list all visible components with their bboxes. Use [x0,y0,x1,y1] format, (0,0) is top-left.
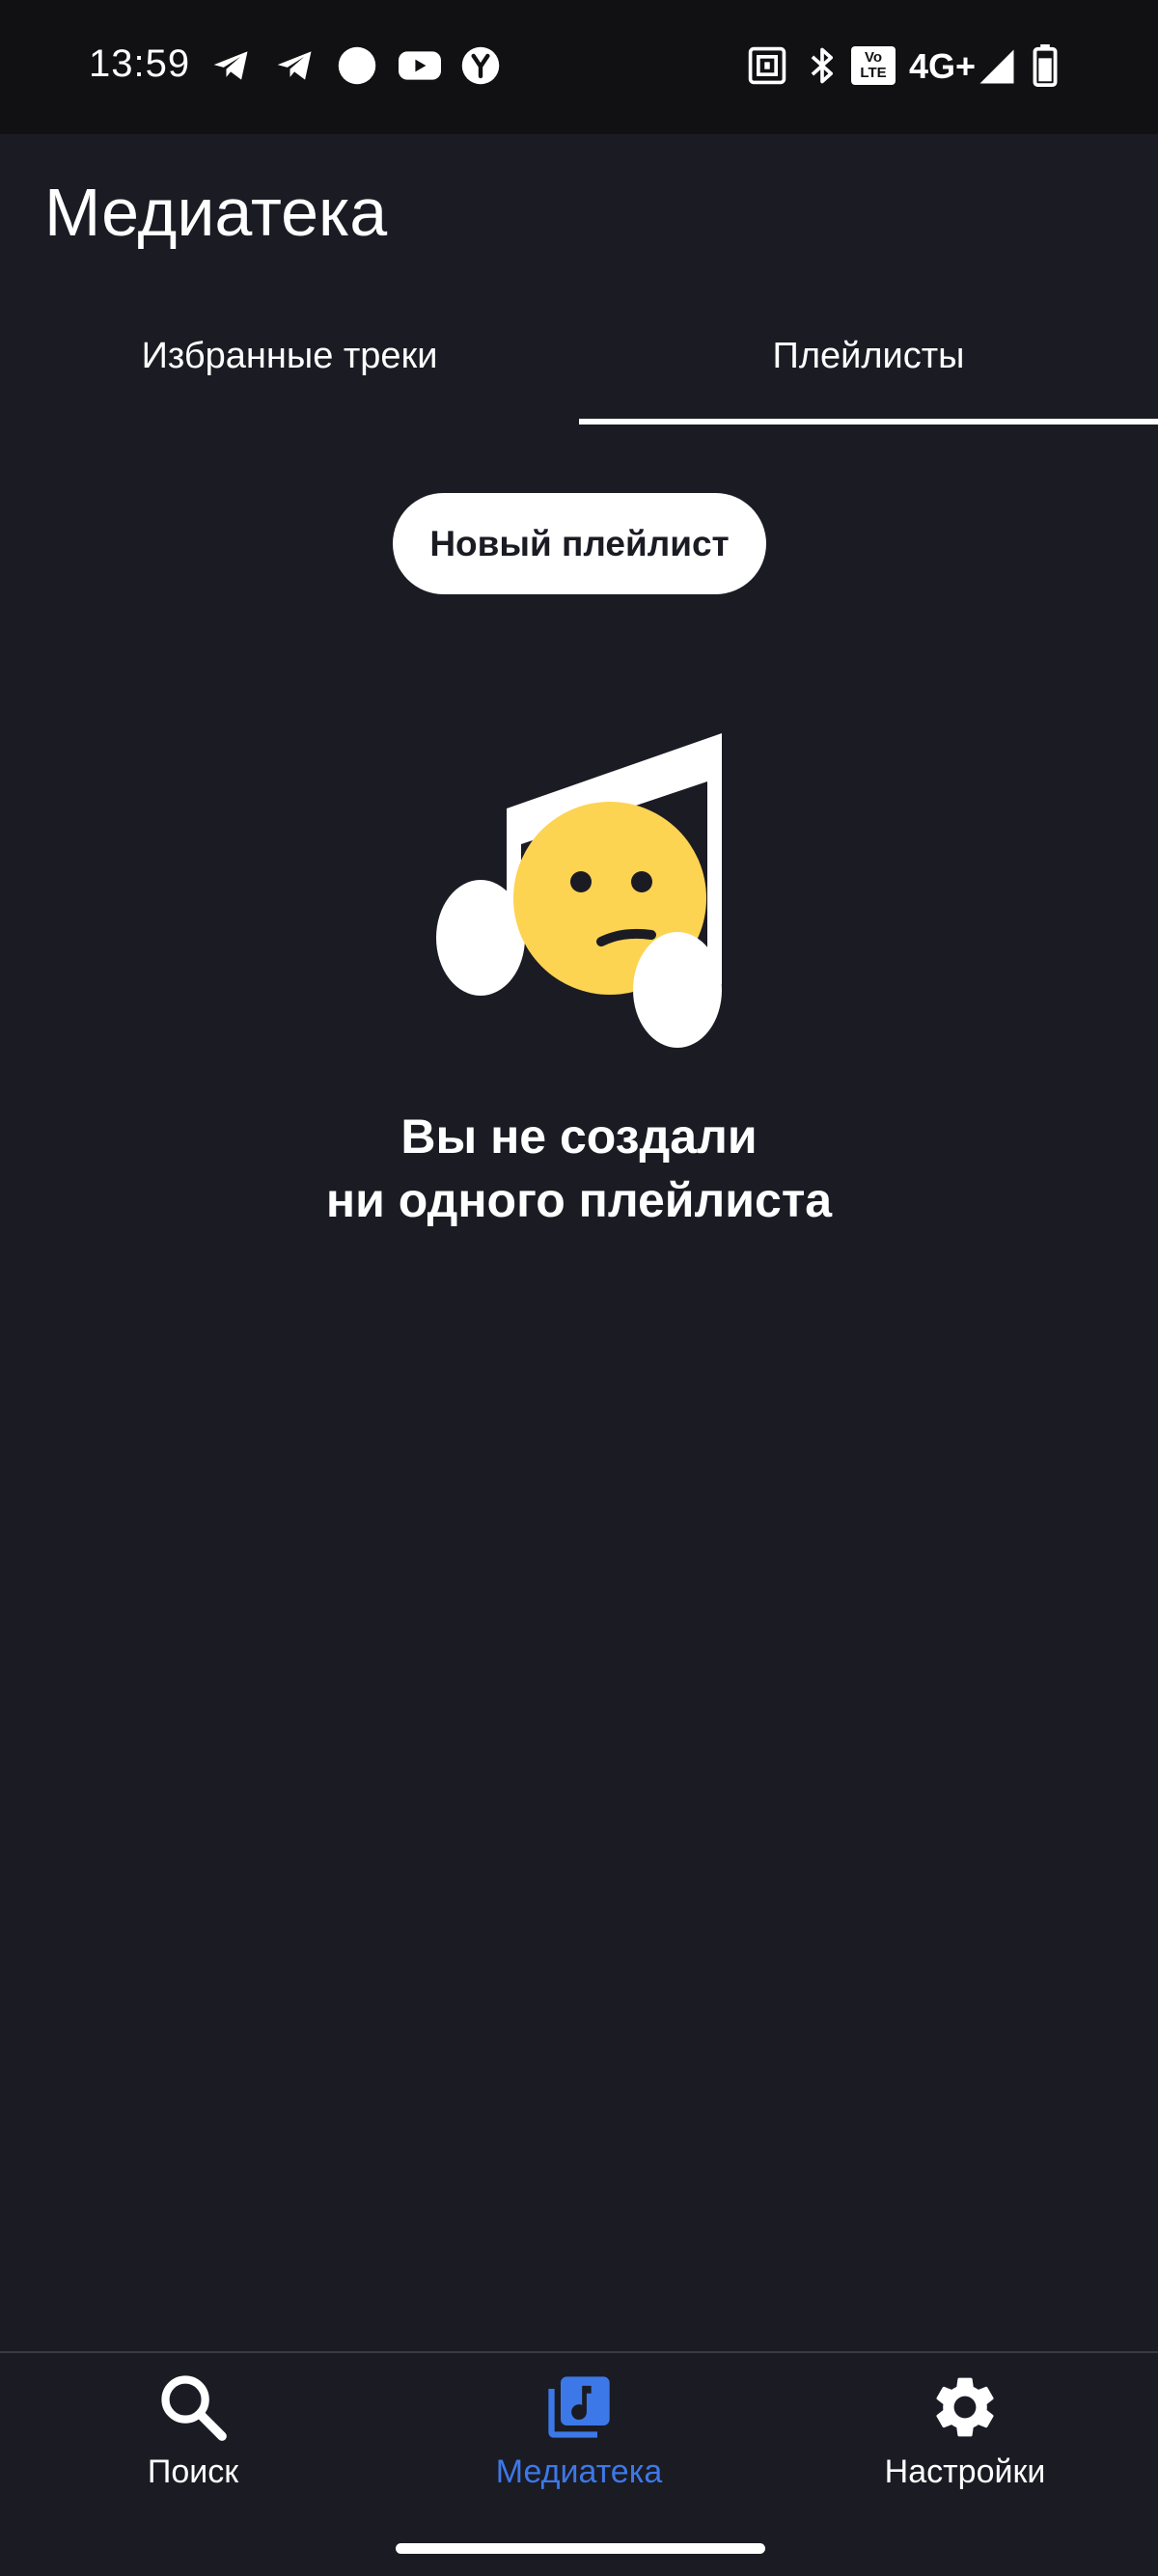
tab-bar: Избранные треки Плейлисты [0,318,1158,426]
network-type: 4G+ [909,46,977,86]
nav-item-library[interactable]: Медиатека [386,2370,772,2496]
screen: 13:59 Vo LTE 4G+ Медиатека Избранные тре… [0,0,1158,2576]
home-indicator[interactable] [396,2543,765,2554]
library-music-icon [548,2376,610,2438]
tab-active-indicator [579,419,1158,425]
signal-icon [979,49,1014,84]
nav-label-search: Поиск [147,2453,239,2490]
battery-icon [1033,43,1058,88]
nav-item-search[interactable]: Поиск [0,2370,386,2496]
volte-icon: Vo LTE [851,46,896,85]
nav-label-settings: Настройки [884,2453,1046,2490]
telegram-icon [277,51,312,80]
youtube-icon [399,51,441,80]
empty-state-line-2: ни одного плейлиста [325,1173,833,1227]
tab-playlists[interactable]: Плейлисты [579,318,1158,426]
circle-icon [338,46,376,85]
empty-state-message: Вы не создали ни одного плейлиста [193,1105,965,1232]
nav-item-settings[interactable]: Настройки [772,2370,1158,2496]
search-icon [161,2375,227,2441]
gear-icon [936,2377,994,2437]
sad-music-note-icon [436,733,722,1048]
telegram-icon [213,51,248,80]
yandex-icon [461,46,500,85]
nfc-icon [748,46,786,85]
status-time: 13:59 [89,42,191,85]
empty-state-line-1: Вы не создали [400,1110,758,1164]
status-bar: 13:59 Vo LTE 4G+ [0,0,1158,134]
tab-favorite-tracks[interactable]: Избранные треки [0,318,579,426]
new-playlist-button[interactable]: Новый плейлист [393,493,766,594]
page-title: Медиатека [44,175,388,250]
nav-label-library: Медиатека [495,2453,663,2490]
bluetooth-icon [811,47,833,84]
